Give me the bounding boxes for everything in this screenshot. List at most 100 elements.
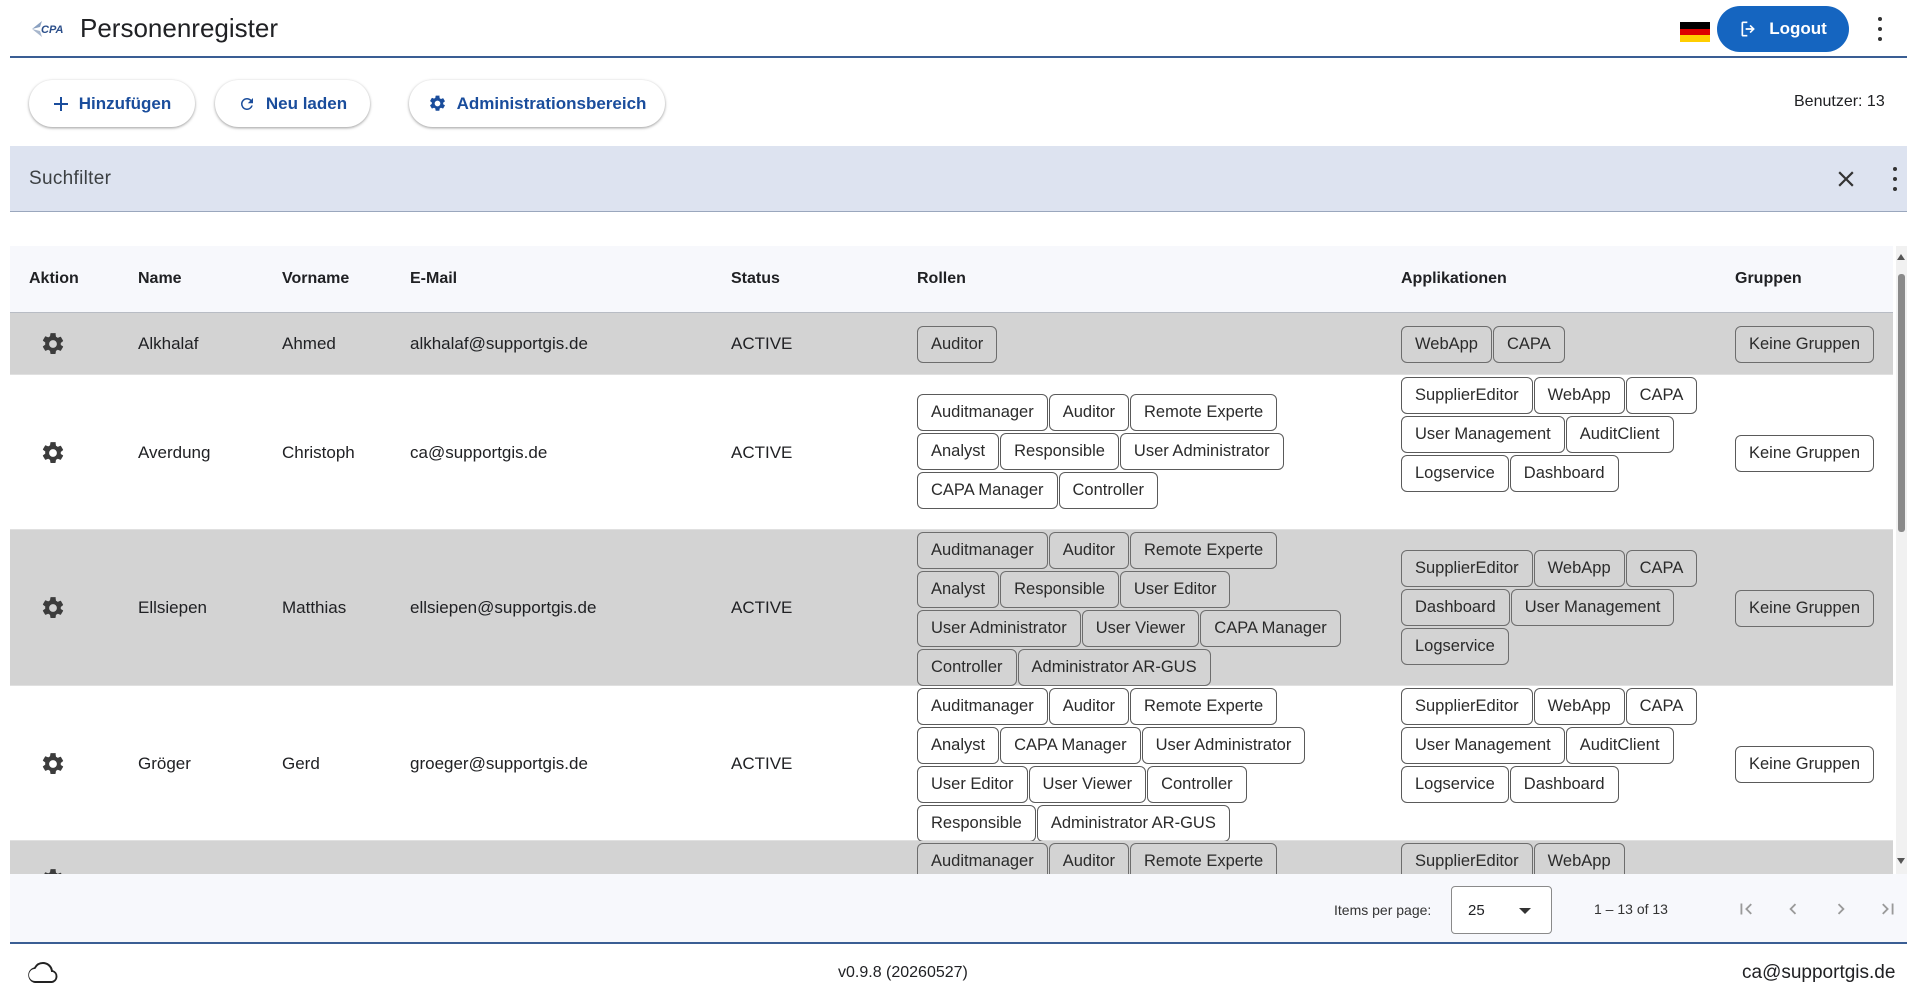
role-chip[interactable]: Remote Experte: [1130, 688, 1278, 725]
application-chip[interactable]: SupplierEditor: [1401, 688, 1533, 725]
groups-chip[interactable]: Keine Gruppen: [1735, 434, 1874, 472]
application-chip[interactable]: SupplierEditor: [1401, 549, 1533, 587]
groups-chip[interactable]: Keine Gruppen: [1735, 589, 1874, 627]
role-chip[interactable]: Administrator AR-GUS: [1017, 649, 1211, 686]
column-header-name[interactable]: Name: [138, 270, 182, 288]
role-chip[interactable]: CAPA Manager: [1200, 610, 1341, 647]
role-chip[interactable]: Controller: [917, 649, 1017, 686]
application-chip[interactable]: User Management: [1401, 727, 1565, 764]
role-chip[interactable]: User Administrator: [1119, 433, 1284, 470]
search-filter-panel[interactable]: Suchfilter: [10, 146, 1907, 212]
column-header-status[interactable]: Status: [731, 270, 780, 288]
german-flag-icon[interactable]: [1680, 22, 1710, 42]
role-chip[interactable]: Auditmanager: [917, 843, 1048, 874]
role-chip[interactable]: CAPA Manager: [1000, 727, 1141, 764]
application-chip[interactable]: Logservice: [1401, 455, 1509, 492]
role-chip[interactable]: Auditmanager: [917, 532, 1048, 569]
role-chip[interactable]: Responsible: [1000, 433, 1119, 470]
application-chip[interactable]: CAPA: [1625, 377, 1698, 414]
application-chip[interactable]: WebApp: [1533, 843, 1625, 874]
table-row[interactable]: Auditmanager Auditor Remote Experte Supplie…: [10, 841, 1893, 874]
column-header-action[interactable]: Aktion: [29, 270, 79, 288]
role-chip[interactable]: Responsible: [917, 805, 1036, 842]
role-chip[interactable]: Controller: [1058, 472, 1159, 509]
groups-chip[interactable]: Keine Gruppen: [1735, 326, 1874, 363]
scrollbar-thumb[interactable]: [1898, 274, 1905, 532]
application-chip[interactable]: Dashboard: [1401, 588, 1510, 626]
column-header-groups[interactable]: Gruppen: [1735, 270, 1802, 288]
application-chip[interactable]: User Management: [1510, 588, 1675, 626]
role-chip[interactable]: Administrator AR-GUS: [1036, 805, 1230, 842]
role-chip[interactable]: User Editor: [917, 766, 1028, 803]
application-chip[interactable]: WebApp: [1401, 325, 1492, 363]
items-per-page-select[interactable]: 25: [1451, 886, 1552, 934]
row-settings-gear-icon[interactable]: [40, 751, 66, 777]
row-settings-gear-icon[interactable]: [40, 867, 66, 874]
role-chip[interactable]: Analyst: [917, 433, 1000, 470]
role-chip[interactable]: Remote Experte: [1130, 843, 1278, 874]
table-row[interactable]: Gröger Gerd groeger@supportgis.de ACTIVE Aud…: [10, 686, 1893, 842]
application-chip[interactable]: Dashboard: [1509, 766, 1619, 803]
role-chip[interactable]: Auditor: [917, 325, 998, 363]
application-chip[interactable]: SupplierEditor: [1401, 377, 1533, 414]
application-chip[interactable]: CAPA: [1625, 688, 1698, 725]
role-chip[interactable]: Auditmanager: [917, 688, 1048, 725]
role-chip[interactable]: Auditmanager: [917, 394, 1048, 431]
role-chip[interactable]: Analyst: [917, 571, 1000, 608]
role-chip[interactable]: Auditor: [1048, 532, 1130, 569]
reload-button[interactable]: Neu laden: [215, 80, 370, 127]
role-chip[interactable]: Controller: [1147, 766, 1247, 803]
role-chip[interactable]: User Viewer: [1081, 610, 1200, 647]
column-header-firstname[interactable]: Vorname: [282, 270, 349, 288]
role-chip[interactable]: Remote Experte: [1130, 532, 1278, 569]
table-row[interactable]: Alkhalaf Ahmed alkhalaf@supportgis.de ACTIV…: [10, 313, 1893, 375]
application-chip[interactable]: User Management: [1401, 416, 1565, 453]
application-chip[interactable]: Logservice: [1401, 627, 1509, 665]
admin-area-button[interactable]: Administrationsbereich: [409, 80, 665, 127]
close-icon[interactable]: [1833, 166, 1859, 192]
application-chip[interactable]: WebApp: [1533, 377, 1625, 414]
role-chip[interactable]: User Editor: [1119, 571, 1231, 608]
table-row[interactable]: Averdung Christoph ca@supportgis.de ACTIVE A…: [10, 375, 1893, 530]
previous-page-button[interactable]: [1778, 894, 1808, 924]
paginator: Items per page: 25 1 – 13 of 13: [10, 874, 1907, 944]
groups-chip[interactable]: Keine Gruppen: [1735, 745, 1874, 783]
table-scrollbar[interactable]: [1896, 246, 1907, 874]
application-chip[interactable]: CAPA: [1493, 325, 1565, 363]
application-chip[interactable]: WebApp: [1533, 549, 1625, 587]
filter-more-vert-icon[interactable]: [1890, 164, 1900, 194]
application-chip[interactable]: SupplierEditor: [1401, 843, 1533, 874]
chevron-left-icon: [1789, 903, 1797, 915]
column-header-applications[interactable]: Applikationen: [1401, 270, 1507, 288]
role-chip[interactable]: User Administrator: [917, 610, 1081, 647]
row-settings-gear-icon[interactable]: [40, 440, 66, 466]
application-chip[interactable]: AuditClient: [1565, 416, 1674, 453]
column-header-roles[interactable]: Rollen: [917, 270, 966, 288]
row-settings-gear-icon[interactable]: [40, 331, 66, 357]
row-settings-gear-icon[interactable]: [40, 595, 66, 621]
first-page-button[interactable]: [1731, 894, 1761, 924]
role-chip[interactable]: Analyst: [917, 727, 1000, 764]
application-chip[interactable]: AuditClient: [1565, 727, 1674, 764]
table-row[interactable]: Ellsiepen Matthias ellsiepen@supportgis.de…: [10, 530, 1893, 686]
logout-button[interactable]: Logout: [1717, 6, 1849, 52]
role-chip[interactable]: Responsible: [1000, 571, 1119, 608]
role-chip[interactable]: User Viewer: [1028, 766, 1147, 803]
role-chip[interactable]: User Administrator: [1141, 727, 1306, 764]
scroll-down-arrow-icon[interactable]: [1897, 858, 1905, 864]
role-chip[interactable]: Auditor: [1048, 843, 1130, 874]
more-vert-icon[interactable]: [1872, 14, 1888, 44]
next-page-button[interactable]: [1826, 894, 1856, 924]
role-chip[interactable]: Auditor: [1048, 394, 1130, 431]
role-chip[interactable]: CAPA Manager: [917, 472, 1058, 509]
role-chip[interactable]: Auditor: [1048, 688, 1130, 725]
application-chip[interactable]: CAPA: [1625, 549, 1698, 587]
last-page-button[interactable]: [1873, 894, 1903, 924]
application-chip[interactable]: Logservice: [1401, 766, 1509, 803]
application-chip[interactable]: WebApp: [1533, 688, 1625, 725]
scroll-up-arrow-icon[interactable]: [1897, 254, 1905, 260]
application-chip[interactable]: Dashboard: [1509, 455, 1619, 492]
add-button[interactable]: Hinzufügen: [29, 80, 195, 127]
role-chip[interactable]: Remote Experte: [1130, 394, 1278, 431]
column-header-email[interactable]: E-Mail: [410, 270, 457, 288]
